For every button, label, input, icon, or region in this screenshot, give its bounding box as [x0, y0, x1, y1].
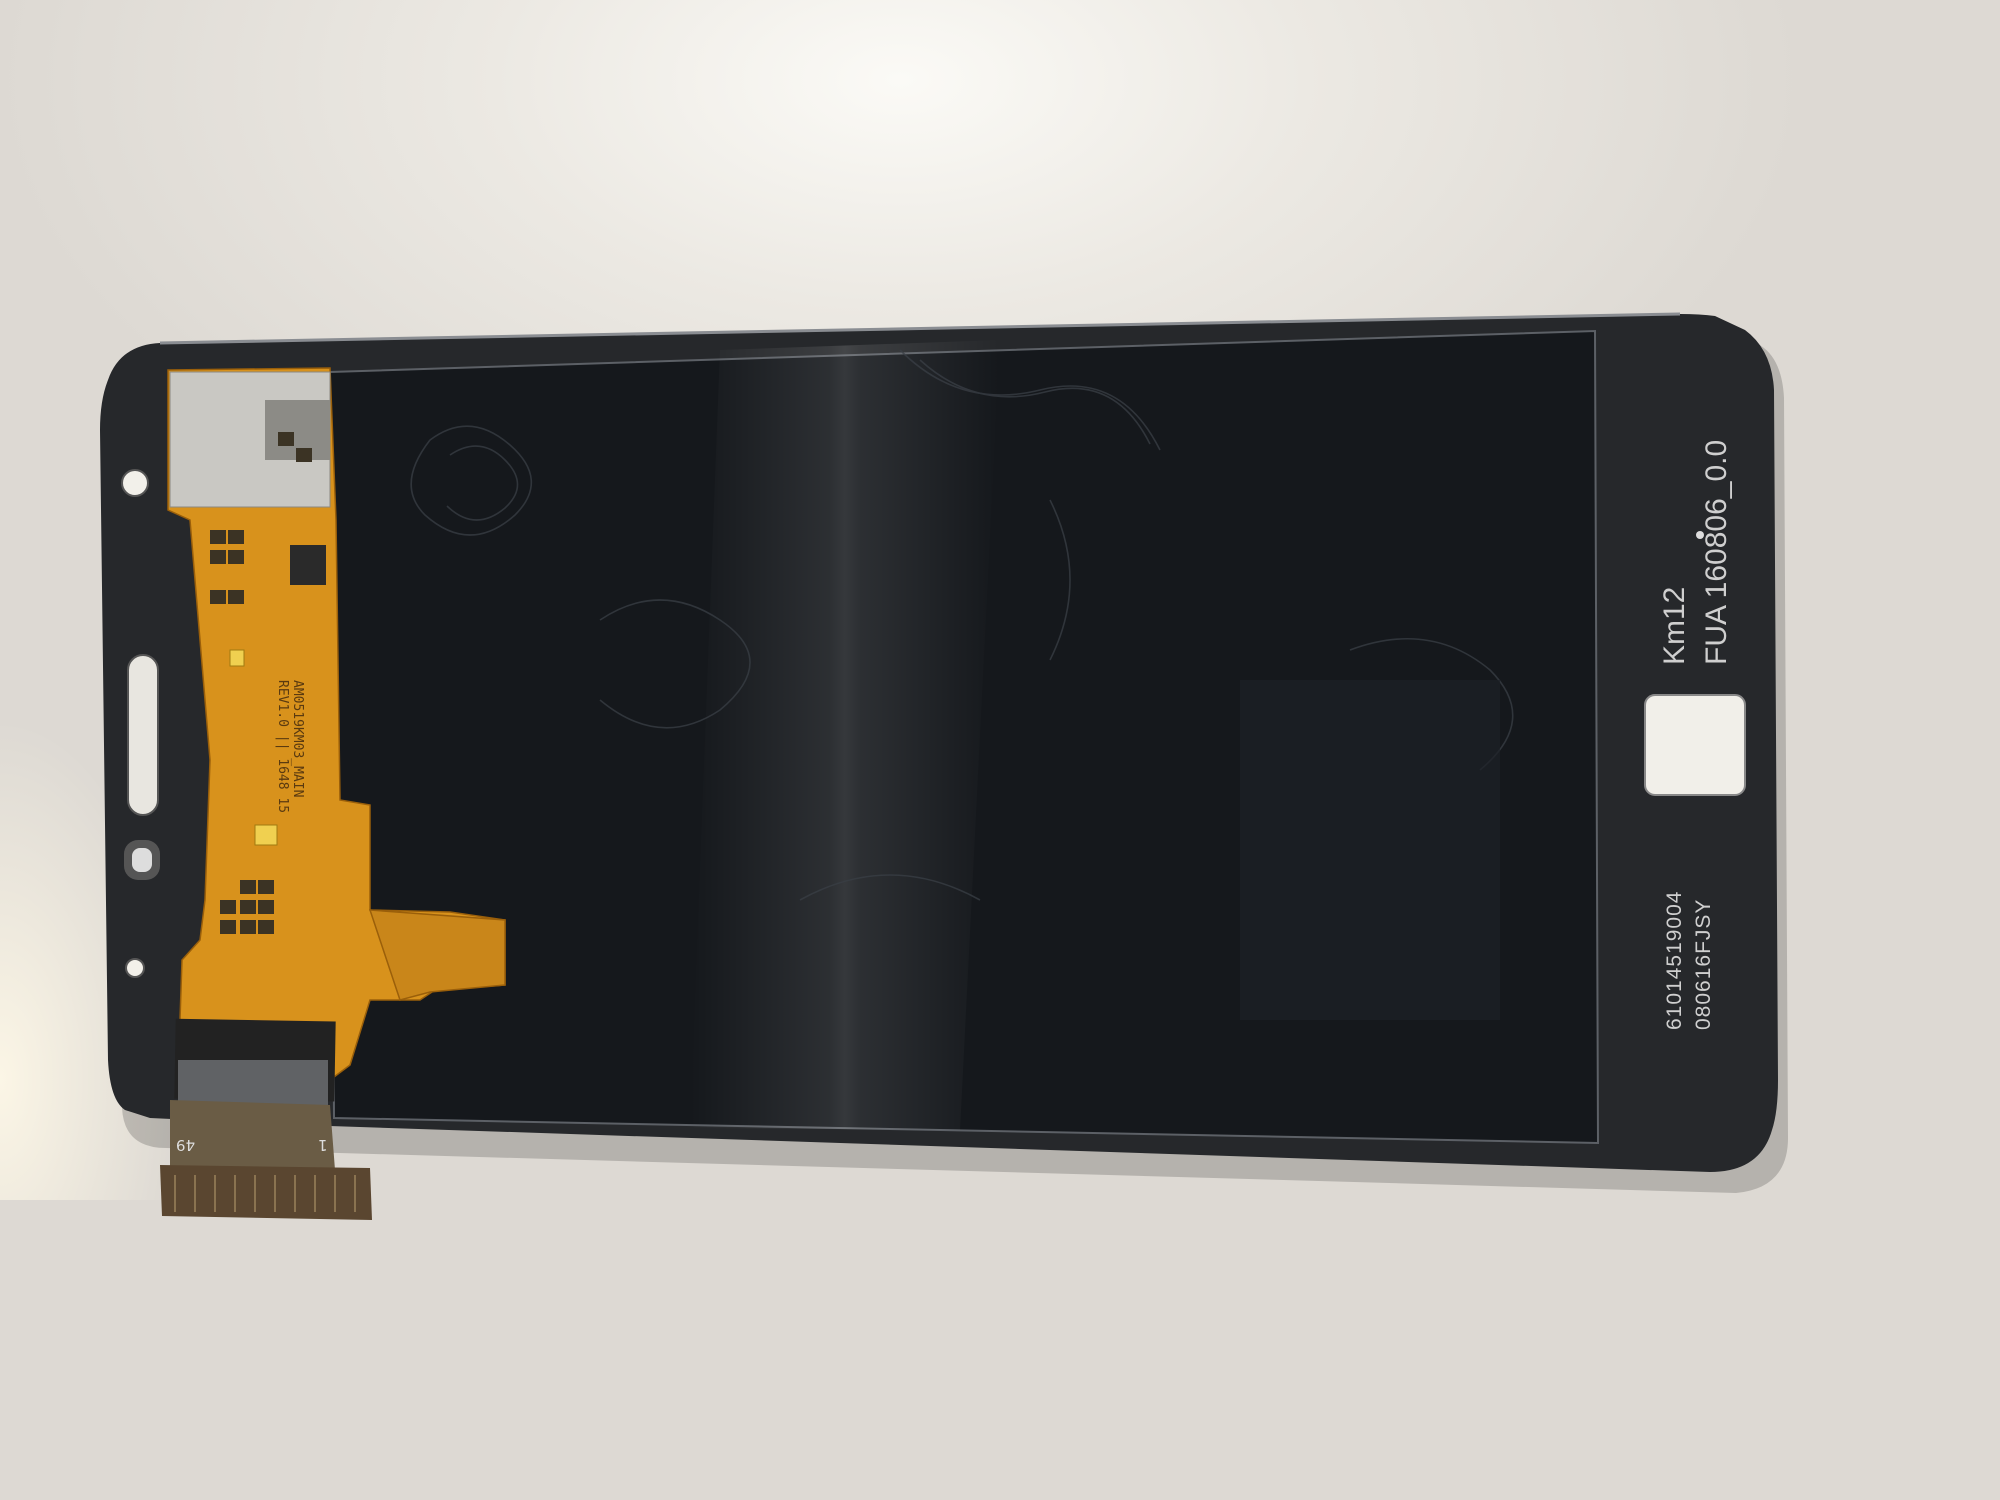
- front-camera-hole: [121, 469, 149, 497]
- serial-number-label: 61014519004: [1663, 890, 1686, 1030]
- flex-rev-label: REV1.0 || 1648 15: [275, 680, 290, 814]
- glare-reflection: [690, 340, 1000, 1130]
- lot-code-label: 080616FJSY: [1692, 898, 1715, 1030]
- flex-part-label: AM0519KM03_MAIN: [290, 680, 305, 798]
- connector-pin-end-label: 49: [176, 1136, 196, 1154]
- screen-haze: [1240, 680, 1500, 1020]
- connector-pin-start-label: 1: [318, 1136, 328, 1154]
- model-code-label: Km12: [1658, 586, 1691, 665]
- batch-code-label: FUA 160806_0.0: [1700, 439, 1733, 665]
- flex-connector-tail: [170, 1100, 335, 1170]
- light-sensor-hole: [125, 958, 145, 978]
- connector-pins: [160, 1165, 372, 1220]
- proximity-sensor-inner: [132, 848, 152, 872]
- earpiece-slot: [127, 654, 159, 816]
- fingerprint-sensor-cutout: [1644, 694, 1746, 796]
